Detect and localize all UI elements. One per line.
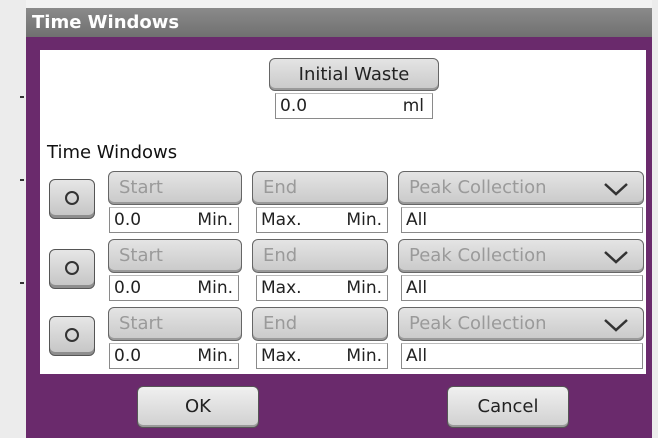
initial-waste-value: 0.0: [280, 96, 308, 116]
initial-waste-field[interactable]: 0.0 ml: [275, 93, 433, 119]
row-1-peak-collection-dropdown[interactable]: Peak Collection: [398, 171, 644, 205]
row-1-toggle[interactable]: [49, 179, 95, 219]
row-3-start-button[interactable]: Start: [108, 307, 242, 341]
end-unit: Min.: [346, 210, 382, 230]
end-unit: Min.: [346, 278, 382, 298]
end-label: End: [263, 177, 298, 198]
row-3-end-button[interactable]: End: [252, 307, 388, 341]
section-label: Time Windows: [47, 142, 178, 163]
row-1-collection-field[interactable]: All: [401, 207, 643, 233]
row-3-end-field[interactable]: Max. Min.: [256, 343, 388, 369]
start-label: Start: [119, 313, 163, 334]
radio-circle-icon: [65, 328, 79, 342]
end-value: Max.: [261, 210, 302, 230]
row-2-collection-field[interactable]: All: [401, 275, 643, 301]
cancel-label: Cancel: [477, 396, 539, 417]
start-unit: Min.: [197, 278, 233, 298]
row-2-toggle[interactable]: [49, 249, 95, 289]
row-2-end-button[interactable]: End: [252, 239, 388, 273]
background-right-edge: [652, 0, 658, 438]
row-1-end-button[interactable]: End: [252, 171, 388, 205]
start-value: 0.0: [114, 346, 142, 366]
row-1-start-button[interactable]: Start: [108, 171, 242, 205]
row-1-start-field[interactable]: 0.0 Min.: [109, 207, 239, 233]
peak-collection-label: Peak Collection: [409, 313, 547, 334]
end-value: Max.: [261, 278, 302, 298]
chevron-down-icon: [604, 251, 628, 264]
start-label: Start: [119, 177, 163, 198]
start-unit: Min.: [197, 346, 233, 366]
time-windows-dialog: Time Windows Initial Waste 0.0 ml Time W…: [26, 8, 652, 438]
chevron-down-icon: [604, 319, 628, 332]
radio-circle-icon: [65, 261, 79, 275]
initial-waste-button[interactable]: Initial Waste: [269, 58, 439, 91]
edge-tick: [20, 179, 24, 181]
ok-label: OK: [185, 396, 211, 417]
row-3-start-field[interactable]: 0.0 Min.: [109, 343, 239, 369]
edge-tick: [20, 282, 24, 284]
collection-value: All: [406, 346, 428, 366]
start-unit: Min.: [197, 210, 233, 230]
row-2-start-button[interactable]: Start: [108, 239, 242, 273]
start-label: Start: [119, 245, 163, 266]
chevron-down-icon: [604, 183, 628, 196]
collection-value: All: [406, 278, 428, 298]
peak-collection-label: Peak Collection: [409, 245, 547, 266]
initial-waste-label: Initial Waste: [298, 64, 410, 85]
start-value: 0.0: [114, 278, 142, 298]
row-2-start-field[interactable]: 0.0 Min.: [109, 275, 239, 301]
peak-collection-label: Peak Collection: [409, 177, 547, 198]
end-unit: Min.: [346, 346, 382, 366]
background-left-edge: [0, 0, 26, 438]
dialog-title: Time Windows: [26, 8, 652, 37]
row-2-peak-collection-dropdown[interactable]: Peak Collection: [398, 239, 644, 273]
collection-value: All: [406, 210, 428, 230]
row-3-peak-collection-dropdown[interactable]: Peak Collection: [398, 307, 644, 341]
cancel-button[interactable]: Cancel: [447, 386, 569, 428]
end-label: End: [263, 245, 298, 266]
ok-button[interactable]: OK: [137, 386, 259, 428]
end-value: Max.: [261, 346, 302, 366]
start-value: 0.0: [114, 210, 142, 230]
end-label: End: [263, 313, 298, 334]
initial-waste-unit: ml: [402, 96, 424, 116]
row-2-end-field[interactable]: Max. Min.: [256, 275, 388, 301]
edge-tick: [20, 96, 24, 98]
radio-circle-icon: [65, 191, 79, 205]
row-1-end-field[interactable]: Max. Min.: [256, 207, 388, 233]
dialog-content: Initial Waste 0.0 ml Time Windows Start …: [40, 50, 646, 374]
row-3-collection-field[interactable]: All: [401, 343, 643, 369]
row-3-toggle[interactable]: [49, 316, 95, 356]
